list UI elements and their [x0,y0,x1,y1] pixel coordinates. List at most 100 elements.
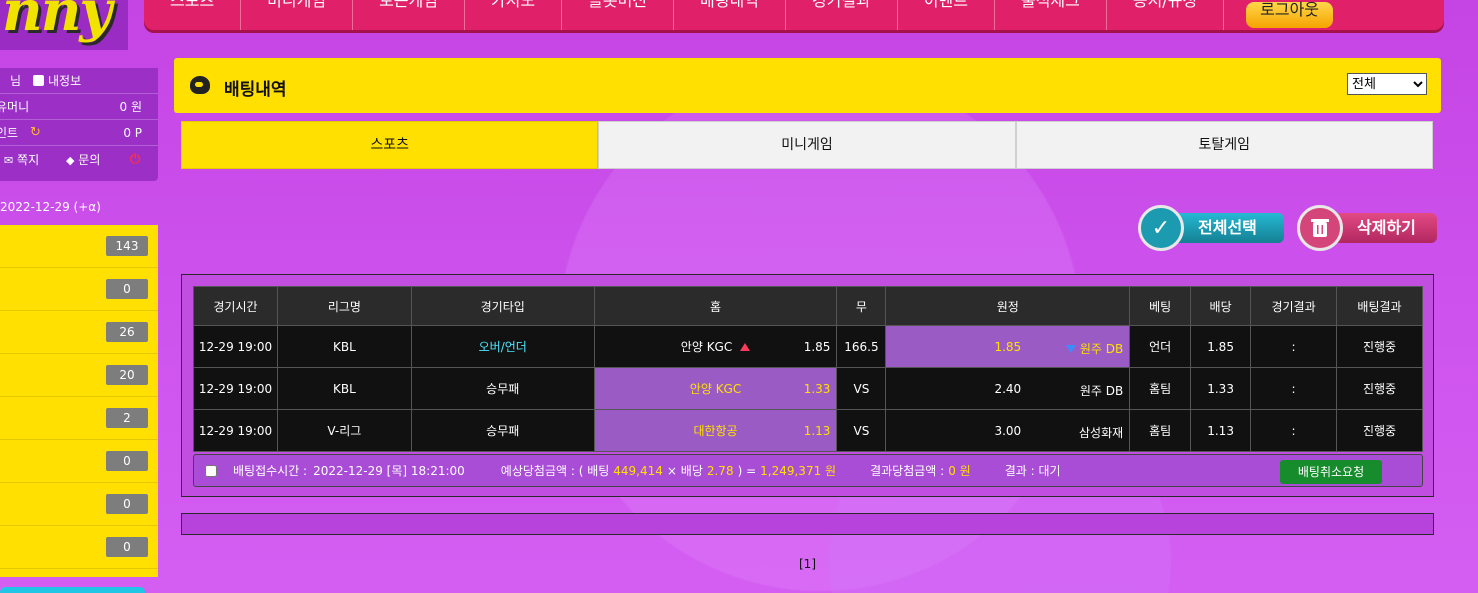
logo[interactable]: nny [0,0,128,50]
nav-item-bet-history[interactable]: 배팅내역 [674,0,786,30]
table-header-row: 경기시간 리그명 경기타입 홈 무 원정 베팅 배당 경기결과 배팅결과 [193,286,1423,326]
page-title: 배팅내역 [224,80,287,100]
cancel-bet-button[interactable]: 배팅취소요청 [1280,460,1382,484]
sidebar-game-list: 143 0 26 20 2 0 0 0 [0,225,158,577]
user-row: 님 내정보 [0,68,158,94]
list-item[interactable]: 2 [0,397,158,440]
col-header: 경기타입 [410,286,595,326]
bet-odds: 1.13 [1190,409,1252,452]
my-info-link[interactable]: 내정보 [33,72,81,89]
list-item[interactable]: 143 [0,225,158,268]
league-name: V-리그 [276,409,412,452]
count-badge: 0 [106,494,148,514]
result-status: 결과 : 대기 [1004,464,1061,478]
util-row: ✉ 쪽지 ◆ 문의 ⏻ [0,146,158,172]
question-icon: ◆ [66,153,75,167]
list-item[interactable]: 0 [0,268,158,311]
count-badge: 0 [106,537,148,557]
top-nav: 스포츠 미니게임 토큰게임 카지노 슬롯머신 배팅내역 경기결과 이벤트 출석체… [144,0,1444,30]
bet-pick: 홈팀 [1129,367,1192,410]
bet-table: 경기시간 리그명 경기타입 홈 무 원정 베팅 배당 경기결과 배팅결과 12-… [193,286,1423,452]
logo-text: nny [2,0,112,44]
col-header: 원정 [885,286,1131,326]
count-badge: 0 [106,451,148,471]
nav-item-notice[interactable]: 공지/규정 [1107,0,1225,30]
equals-sign: ) = [737,463,757,478]
logout-button[interactable]: 로그아웃 [1246,0,1334,28]
tab-minigame[interactable]: 미니게임 [598,121,1016,169]
bet-result: 진행중 [1336,367,1423,410]
nav-item-casino[interactable]: 카지노 [465,0,563,30]
trash-icon [1297,205,1343,251]
bet-type: 승무패 [410,409,595,452]
draw-value: VS [836,367,887,410]
nav-item-slot[interactable]: 슬롯머신 [562,0,675,30]
league-name: KBL [276,325,412,368]
table-row: 12-29 19:00 KBL 승무패 안양 KGC 1.33 VS 2.40 … [193,367,1423,410]
count-badge: 2 [106,408,148,428]
sidebar-date: 2022-12-29 (+α) [0,200,101,214]
match-time: 12-29 19:00 [193,367,278,410]
away-team: 2.40 원주 DB [885,367,1131,410]
list-item[interactable]: 26 [0,311,158,354]
id-card-icon [33,75,44,86]
received-value: 2022-12-29 [목] 18:21:00 [313,464,465,478]
nav-item-attendance[interactable]: 출석체크 [995,0,1107,30]
bet-odds: 1.33 [1190,367,1252,410]
message-link[interactable]: ✉ 쪽지 [4,151,39,168]
pagination[interactable]: [1] [799,557,816,571]
select-all-label: 전체선택 [1172,213,1284,243]
bet-type: 오버/언더 [410,325,595,368]
table-row: 12-29 19:00 KBL 오버/언더 안양 KGC 1.85 166.5 … [193,325,1423,368]
col-header: 배팅결과 [1336,286,1423,326]
select-all-button[interactable]: ✓ 전체선택 [1138,205,1284,251]
list-item[interactable]: 0 [0,440,158,483]
received-label: 배팅접수시간 : [233,464,308,478]
bet-slip: 경기시간 리그명 경기타입 홈 무 원정 베팅 배당 경기결과 배팅결과 12-… [181,274,1434,497]
power-icon[interactable]: ⏻ [130,152,140,167]
col-header: 배당 [1190,286,1252,326]
helmet-icon [190,76,210,94]
arrow-up-icon [740,343,751,351]
game-tabs: 스포츠 미니게임 토탈게임 [181,121,1433,169]
expected-label: 예상당첨금액 : ( 배팅 [500,464,610,478]
refresh-icon[interactable]: ↻ [30,125,41,140]
list-item[interactable]: 0 [0,526,158,569]
col-header: 경기시간 [193,286,278,326]
nav-item-event[interactable]: 이벤트 [898,0,995,30]
filter-select[interactable]: 전체 [1347,73,1427,95]
col-header: 베팅 [1129,286,1192,326]
times-odds: × 배당 [666,464,703,478]
empty-bar [181,513,1434,535]
result-amount: 0 원 [948,464,971,478]
sidebar-user-panel: 님 내정보 유머니 0 원 인트 ↻ 0 P ✉ 쪽지 ◆ 문의 ⏻ [0,68,158,181]
match-time: 12-29 19:00 [193,325,278,368]
match-time: 12-29 19:00 [193,409,278,452]
bet-type: 승무패 [410,367,595,410]
col-header: 리그명 [276,286,412,326]
point-label: 인트 [0,126,19,140]
point-value: 0 P [123,125,142,140]
draw-value: VS [836,409,887,452]
bet-checkbox[interactable] [205,464,217,477]
bet-pick: 홈팀 [1129,409,1192,452]
list-item[interactable]: 0 [0,483,158,526]
table-row: 12-29 19:00 V-리그 승무패 대한항공 1.13 VS 3.00 삼… [193,409,1423,452]
nav-item-token-game[interactable]: 토큰게임 [353,0,465,30]
inquiry-link[interactable]: ◆ 문의 [66,151,100,168]
count-badge: 0 [106,279,148,299]
bet-result: 진행중 [1336,325,1423,368]
nav-item-minigame[interactable]: 미니게임 [241,0,354,30]
home-team: 안양 KGC 1.85 [593,325,838,368]
away-team: 3.00 삼성화재 [885,409,1131,452]
bet-odds: 1.85 [1190,325,1252,368]
delete-label: 삭제하기 [1331,213,1437,243]
tab-total-game[interactable]: 토탈게임 [1015,121,1433,169]
nav-item-results[interactable]: 경기결과 [786,0,898,30]
col-header: 경기결과 [1250,286,1337,326]
delete-button[interactable]: 삭제하기 [1297,205,1437,251]
nav-item-sports[interactable]: 스포츠 [144,0,242,30]
list-item[interactable]: 20 [0,354,158,397]
count-badge: 20 [106,365,148,385]
tab-sports[interactable]: 스포츠 [181,121,599,169]
